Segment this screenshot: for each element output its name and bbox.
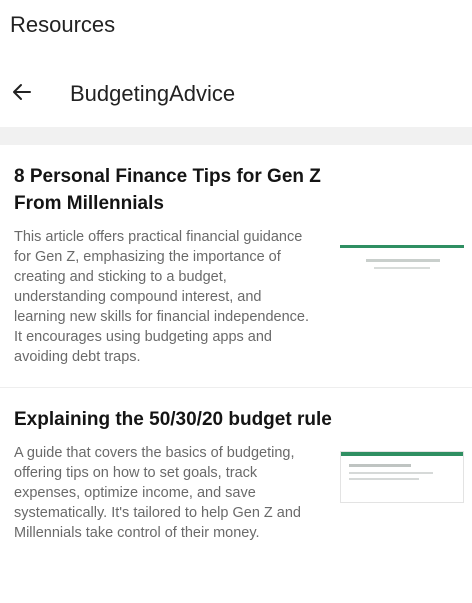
article-card[interactable]: 8 Personal Finance Tips for Gen Z From M… xyxy=(0,145,472,387)
article-title: 8 Personal Finance Tips for Gen Z From M… xyxy=(14,166,321,214)
article-card[interactable]: Explaining the 50/30/20 budget rule A gu… xyxy=(0,387,472,547)
article-title: Explaining the 50/30/20 budget rule xyxy=(14,409,332,430)
app-title: Resources xyxy=(10,12,116,37)
arrow-left-icon xyxy=(10,80,34,109)
article-body: A guide that covers the basics of budget… xyxy=(14,443,472,547)
thumbnail-line xyxy=(366,259,440,262)
article-body: This article offers practical financial … xyxy=(14,227,472,367)
article-description: A guide that covers the basics of budget… xyxy=(14,445,301,541)
divider xyxy=(0,127,472,145)
back-button[interactable] xyxy=(2,74,42,114)
thumbnail-line xyxy=(349,472,433,474)
thumbnail-line xyxy=(349,478,419,480)
thumbnail-line xyxy=(349,464,411,467)
page-title: BudgetingAdvice xyxy=(70,81,236,106)
thumbnail-bar xyxy=(341,452,463,456)
article-list: 8 Personal Finance Tips for Gen Z From M… xyxy=(0,145,472,547)
thumbnail-bar xyxy=(340,245,464,248)
article-thumbnail xyxy=(340,245,464,321)
subheader: BudgetingAdvice xyxy=(0,70,472,118)
thumbnail-line xyxy=(374,267,430,269)
article-thumbnail xyxy=(340,451,464,503)
article-description: This article offers practical financial … xyxy=(14,229,310,365)
